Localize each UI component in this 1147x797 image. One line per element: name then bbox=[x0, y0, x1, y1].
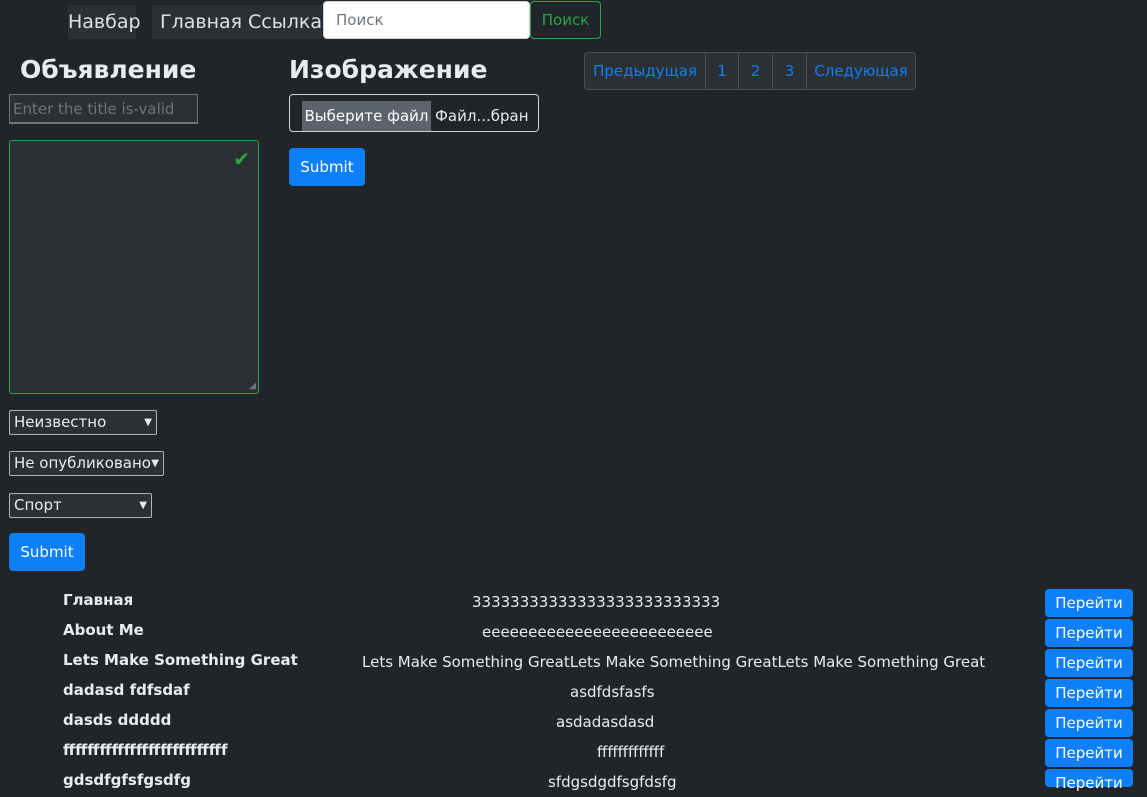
search-input[interactable]: Поиск bbox=[323, 1, 530, 39]
navbar-brand[interactable]: Навбар bbox=[68, 5, 141, 39]
publish-select-value: Не опубликовано bbox=[14, 454, 151, 472]
nav-link-link[interactable]: Ссылка bbox=[248, 5, 322, 39]
description-textarea[interactable]: ✔ ◢ bbox=[9, 140, 259, 394]
image-heading: Изображение bbox=[289, 55, 488, 84]
ad-heading: Объявление bbox=[20, 55, 197, 84]
status-select[interactable]: Неизвестно ▼ bbox=[9, 410, 157, 435]
post-title: fffffffffffffffffffffffffff bbox=[63, 741, 228, 759]
publish-select[interactable]: Не опубликовано ▼ bbox=[9, 451, 164, 476]
post-open-button[interactable]: Перейти bbox=[1045, 769, 1133, 792]
title-input[interactable]: Enter the title is-valid bbox=[9, 94, 198, 124]
post-text: sfdgsdgdfsgfdsfg bbox=[548, 773, 677, 791]
pagination-page-1[interactable]: 1 bbox=[706, 53, 739, 89]
post-title: Главная bbox=[63, 591, 134, 609]
post-title: About Me bbox=[63, 621, 144, 639]
chevron-down-icon: ▼ bbox=[151, 458, 159, 469]
search-button[interactable]: Поиск bbox=[530, 1, 601, 39]
pagination-page-2[interactable]: 2 bbox=[739, 53, 773, 89]
status-select-value: Неизвестно bbox=[14, 413, 107, 431]
post-text: fffffffffffff bbox=[597, 743, 665, 761]
post-open-button[interactable]: Перейти bbox=[1045, 739, 1133, 767]
category-select-value: Спорт bbox=[14, 496, 62, 514]
resize-handle-icon[interactable]: ◢ bbox=[249, 381, 256, 391]
post-open-button[interactable]: Перейти bbox=[1045, 589, 1133, 617]
post-title: Lets Make Something Great bbox=[63, 651, 298, 669]
image-submit-button[interactable]: Submit bbox=[289, 148, 365, 186]
pagination-page-3[interactable]: 3 bbox=[773, 53, 807, 89]
post-text: asdfdsfasfs bbox=[570, 683, 655, 701]
post-title: gdsdfgfsfgsdfg bbox=[63, 771, 192, 789]
file-input[interactable]: Выберите файл Файл...бран bbox=[289, 94, 539, 132]
pagination-prev[interactable]: Предыдущая bbox=[585, 53, 706, 89]
post-text: asdadasdasd bbox=[556, 713, 655, 731]
chevron-down-icon: ▼ bbox=[139, 500, 147, 511]
post-text: 33333333333333333333333333 bbox=[472, 593, 721, 611]
post-text: eeeeeeeeeeeeeeeeeeeeeeeee bbox=[482, 623, 713, 641]
file-name-label: Файл...бран bbox=[435, 107, 529, 125]
valid-check-icon: ✔ bbox=[233, 147, 250, 171]
post-title: dadasd fdfsdaf bbox=[63, 681, 190, 699]
post-open-button[interactable]: Перейти bbox=[1045, 619, 1133, 647]
post-open-button[interactable]: Перейти bbox=[1045, 709, 1133, 737]
post-open-button[interactable]: Перейти bbox=[1045, 679, 1133, 707]
nav-link-home[interactable]: Главная bbox=[160, 5, 242, 39]
ad-submit-button[interactable]: Submit bbox=[9, 533, 85, 571]
pagination: Предыдущая 1 2 3 Следующая bbox=[584, 52, 916, 90]
category-select[interactable]: Спорт ▼ bbox=[9, 493, 152, 518]
post-text: Lets Make Something GreatLets Make Somet… bbox=[362, 653, 986, 671]
chevron-down-icon: ▼ bbox=[144, 417, 152, 428]
post-open-button[interactable]: Перейти bbox=[1045, 649, 1133, 677]
pagination-next[interactable]: Следующая bbox=[807, 53, 915, 89]
post-title: dasds ddddd bbox=[63, 711, 172, 729]
choose-file-button[interactable]: Выберите файл bbox=[302, 101, 431, 131]
